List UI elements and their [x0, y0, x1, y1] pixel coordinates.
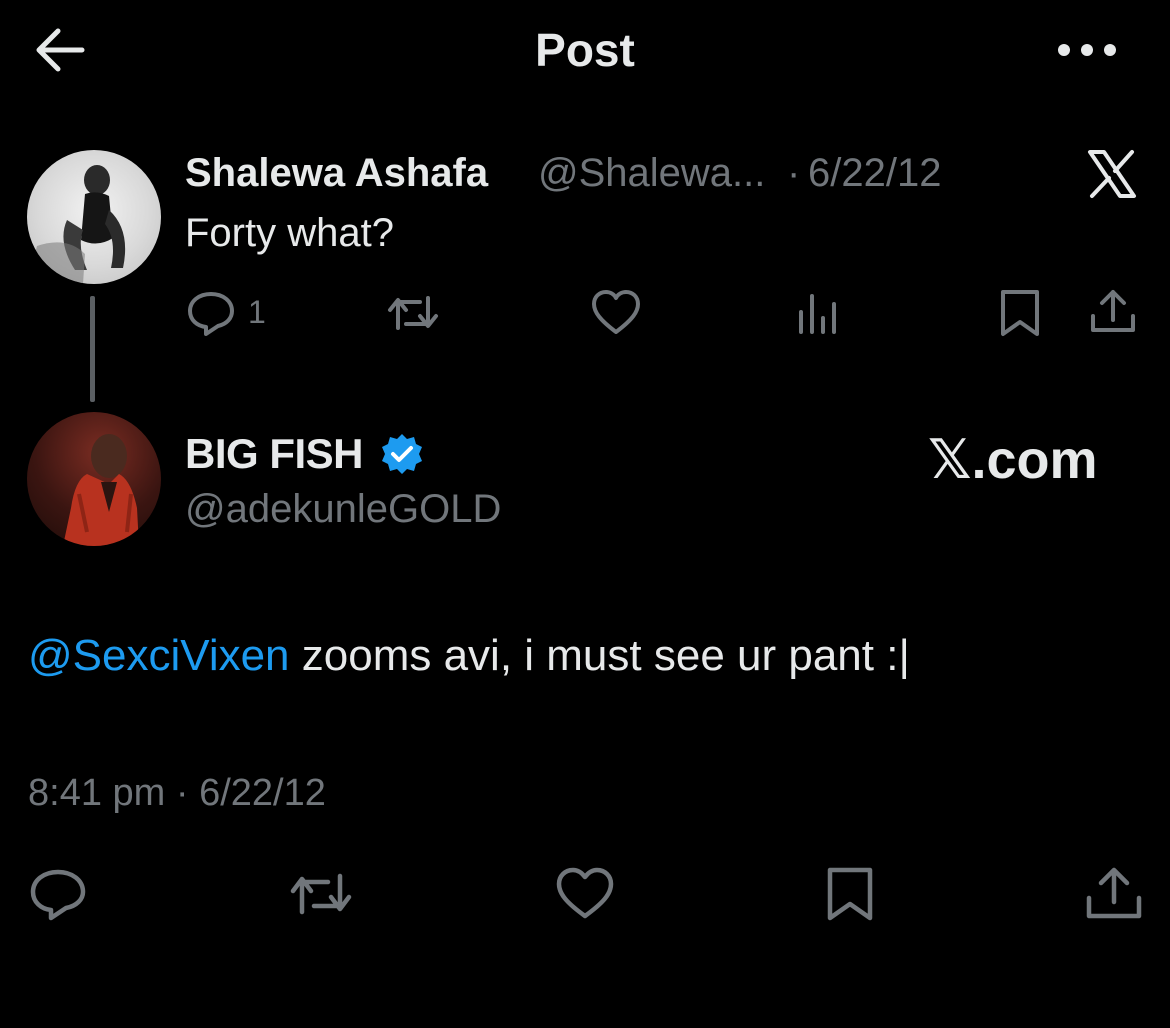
- more-options-button[interactable]: [1052, 30, 1122, 70]
- views-button[interactable]: [796, 288, 842, 338]
- share-button[interactable]: [1088, 286, 1138, 336]
- verified-badge-icon: [380, 432, 424, 476]
- bookmark-button[interactable]: [997, 288, 1043, 338]
- retweet-icon: [388, 296, 438, 330]
- author-name[interactable]: BIG FISH: [185, 430, 364, 478]
- bookmark-icon: [827, 867, 873, 921]
- reply-icon: [30, 869, 86, 921]
- author-handle[interactable]: @Shalewa...: [538, 150, 765, 196]
- avatar[interactable]: [27, 150, 161, 284]
- xcom-watermark: 𝕏.com: [928, 430, 1098, 490]
- retweet-button[interactable]: [286, 866, 356, 922]
- views-icon: [799, 294, 836, 334]
- like-icon: [592, 290, 640, 334]
- avatar-photo: [63, 434, 139, 546]
- reply-icon: [188, 292, 234, 336]
- like-button[interactable]: [555, 866, 615, 922]
- reply-button[interactable]: [28, 866, 88, 922]
- more-horizontal-icon: [1058, 44, 1116, 56]
- like-button[interactable]: [590, 288, 642, 338]
- thread-connector: [90, 296, 95, 402]
- retweet-icon: [290, 873, 352, 915]
- bookmark-button[interactable]: [824, 866, 876, 922]
- post-text: @SexciVixen zooms avi, i must see ur pan…: [28, 630, 910, 682]
- share-icon: [1086, 867, 1142, 919]
- retweet-button[interactable]: [384, 288, 442, 338]
- separator: ·: [787, 151, 801, 195]
- reply-count: 1: [248, 294, 266, 330]
- page-title: Post: [535, 24, 635, 76]
- post-body: zooms avi, i must see ur pant :|: [289, 631, 910, 680]
- post-timestamp: 8:41 pm · 6/22/12: [28, 772, 326, 814]
- post-date[interactable]: 6/22/12: [808, 150, 941, 196]
- author-name[interactable]: Shalewa Ashafa: [185, 150, 488, 196]
- bookmark-icon: [1001, 290, 1039, 336]
- reply-button[interactable]: [186, 288, 236, 338]
- author-handle[interactable]: @adekunleGOLD: [185, 486, 501, 532]
- x-logo-icon: [1084, 146, 1140, 202]
- mention-link[interactable]: @SexciVixen: [28, 631, 290, 680]
- post-text: Forty what?: [185, 211, 394, 255]
- avatar[interactable]: [27, 412, 161, 546]
- like-icon: [556, 867, 614, 919]
- avatar-photo: [27, 165, 126, 284]
- share-button[interactable]: [1084, 864, 1144, 922]
- share-icon: [1091, 290, 1135, 332]
